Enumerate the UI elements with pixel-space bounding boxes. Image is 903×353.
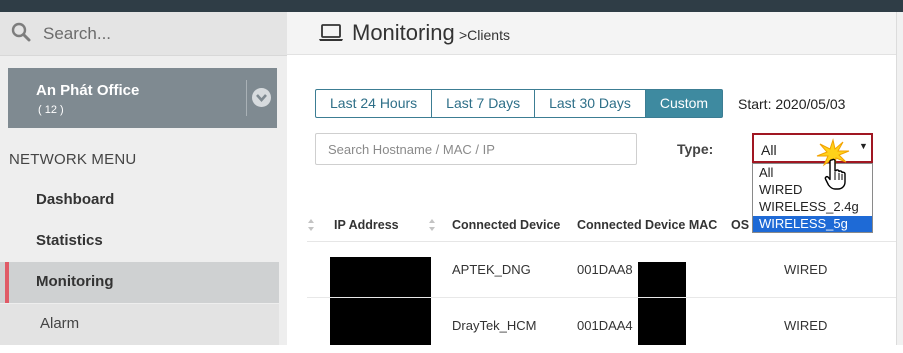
sort-icon[interactable] (307, 218, 315, 232)
sidebar-item-label: Statistics (36, 232, 103, 249)
type-cell: WIRED (784, 318, 828, 333)
start-date[interactable]: Start: 2020/05/03 (738, 96, 845, 112)
sidebar: Search... An Phát Office ( 12 ) NETWORK … (0, 12, 287, 345)
sidebar-item-alarm[interactable]: Alarm (0, 304, 279, 345)
sort-icon[interactable] (428, 218, 436, 232)
site-device-count: ( 12 ) (38, 104, 64, 116)
search-input[interactable]: Search... (43, 24, 111, 44)
sidebar-item-statistics[interactable]: Statistics (0, 221, 279, 261)
type-select-value: All (761, 142, 777, 158)
sidebar-item-dashboard[interactable]: Dashboard (0, 180, 279, 220)
network-menu-heading: NETWORK MENU (9, 151, 137, 168)
custom-range-button[interactable]: Custom (645, 89, 724, 118)
type-select[interactable]: All ▼ (752, 133, 873, 163)
type-cell: WIRED (784, 262, 828, 277)
type-option-wired[interactable]: WIRED (753, 182, 872, 198)
column-header-connected-device[interactable]: Connected Device (452, 218, 560, 232)
mac-cell: 001DAA4 (577, 318, 633, 333)
site-selector[interactable]: An Phát Office ( 12 ) (8, 68, 277, 128)
connected-device-cell: DrayTek_HCM (452, 318, 537, 333)
top-bar (0, 0, 903, 12)
column-header-connected-device-mac[interactable]: Connected Device MAC (577, 218, 717, 232)
redacted-mac (638, 298, 686, 345)
sidebar-item-label: Alarm (40, 315, 80, 332)
page-title: Monitoring (352, 20, 455, 45)
sidebar-search[interactable]: Search... (0, 12, 287, 56)
search-placeholder: Search Hostname / MAC / IP (328, 142, 495, 157)
laptop-icon (319, 24, 343, 41)
active-indicator (5, 262, 9, 303)
last-30-days-button[interactable]: Last 30 Days (535, 89, 646, 118)
mac-cell: 001DAA8 (577, 262, 633, 277)
column-header-ip-address[interactable]: IP Address (334, 218, 399, 232)
sidebar-item-monitoring[interactable]: Monitoring (0, 262, 279, 303)
breadcrumb[interactable]: >Clients (459, 27, 510, 43)
search-icon (11, 22, 31, 42)
type-option-all[interactable]: All (753, 165, 872, 181)
hostname-search-input[interactable]: Search Hostname / MAC / IP (315, 133, 637, 165)
redacted-ip (330, 298, 431, 345)
site-name: An Phát Office (36, 82, 140, 99)
last-24-hours-button[interactable]: Last 24 Hours (315, 89, 433, 118)
sidebar-item-label: Monitoring (36, 273, 114, 290)
hand-cursor-icon (824, 158, 846, 190)
time-range-selector: Last 24 Hours Last 7 Days Last 30 Days C… (315, 89, 724, 118)
site-divider (246, 80, 247, 116)
table-header: IP Address Connected Device Connected De… (307, 211, 903, 242)
connected-device-cell: APTEK_DNG (452, 262, 531, 277)
type-label: Type: (677, 141, 714, 157)
main-content: Monitoring >Clients Last 24 Hours Last 7… (287, 12, 903, 345)
column-header-os[interactable]: OS (731, 218, 749, 232)
last-7-days-button[interactable]: Last 7 Days (432, 89, 536, 118)
redacted-mac (638, 262, 686, 297)
redacted-ip (330, 257, 431, 297)
page-header: Monitoring >Clients (287, 12, 903, 55)
table-row[interactable]: APTEK_DNG 001DAA8 WIRED (307, 242, 903, 298)
vertical-scrollbar[interactable] (896, 12, 903, 345)
sidebar-item-label: Dashboard (36, 191, 115, 208)
chevron-down-icon[interactable] (252, 88, 271, 107)
dropdown-arrow-icon: ▼ (859, 141, 868, 151)
